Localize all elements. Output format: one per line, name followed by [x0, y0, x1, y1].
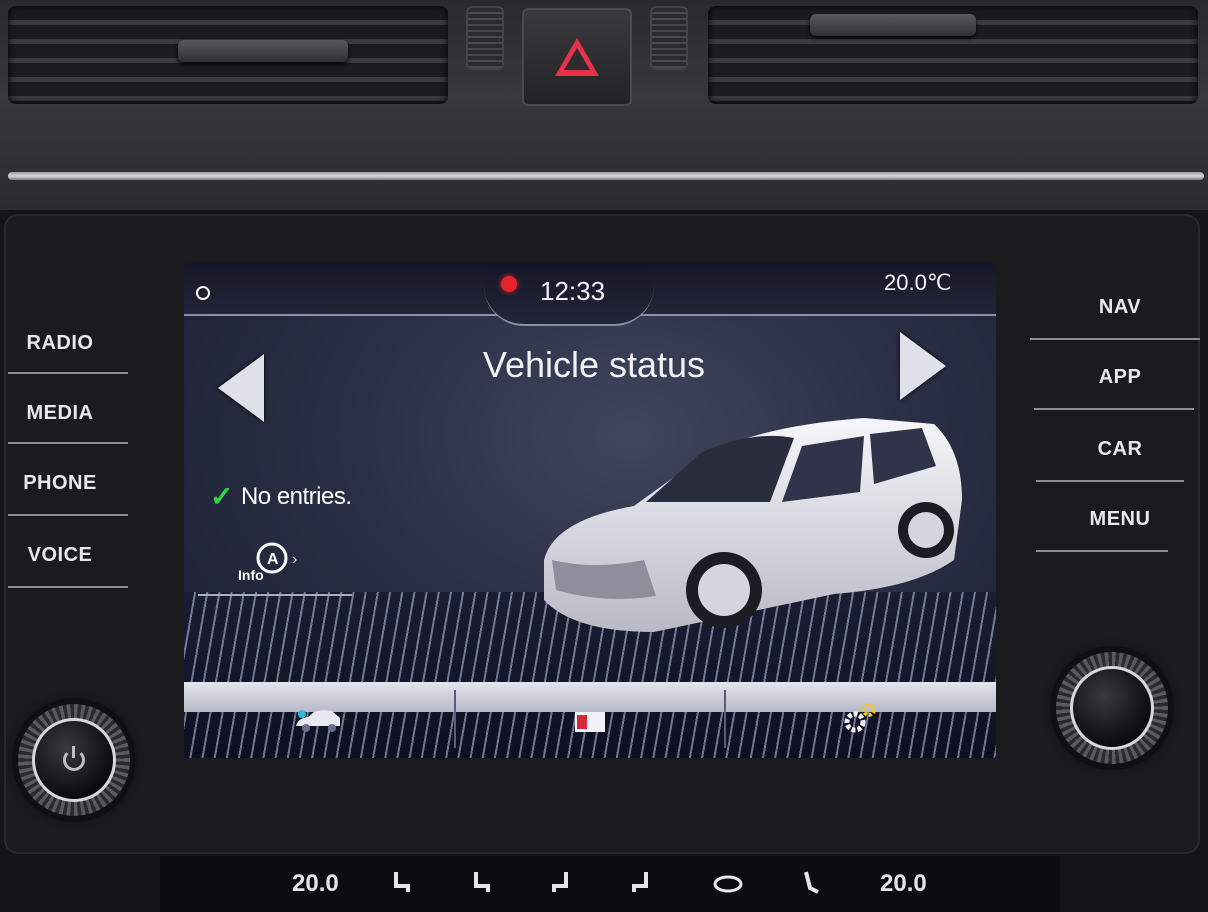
info-badge-letter: A	[267, 551, 279, 568]
tab-vehicle[interactable]	[184, 684, 452, 756]
vehicle-icon	[296, 710, 340, 732]
button-divider	[1030, 338, 1200, 340]
phone-button[interactable]: PHONE	[0, 472, 120, 495]
media-button[interactable]: MEDIA	[0, 402, 120, 425]
app-button[interactable]: APP	[1060, 366, 1180, 389]
tune-knob-cap[interactable]	[1070, 666, 1154, 750]
vent-slider-left[interactable]	[178, 40, 348, 62]
climate-control-strip: 20.0 20.0	[160, 856, 1060, 912]
info-divider	[198, 594, 352, 596]
button-divider	[8, 442, 128, 444]
next-page-icon[interactable]	[900, 332, 946, 400]
chevron-right-icon: ›	[292, 551, 297, 568]
seat-ventilation-right-icon[interactable]	[550, 870, 572, 894]
settings-gears-icon	[844, 703, 876, 733]
tab-logbook[interactable]	[456, 684, 724, 756]
microphone-active-icon	[501, 276, 517, 292]
seat-ventilation-left-icon[interactable]	[470, 870, 492, 894]
vehicle-illustration	[544, 418, 962, 632]
nav-button[interactable]: NAV	[1060, 296, 1180, 319]
system-status-icon	[196, 286, 210, 300]
page-title: Vehicle status	[482, 344, 706, 385]
checkmark-icon: ✓	[210, 481, 233, 512]
button-divider	[8, 514, 128, 516]
seat-heat-left-icon[interactable]	[390, 870, 412, 894]
clock: 12:33	[540, 276, 606, 306]
hazard-icon	[555, 38, 599, 76]
power-icon	[63, 746, 85, 771]
car-button[interactable]: CAR	[1060, 438, 1180, 461]
status-text: No entries.	[240, 482, 352, 510]
climate-temp-left: 20.0	[292, 870, 339, 897]
logbook-icon	[575, 712, 605, 732]
radio-button[interactable]: RADIO	[0, 332, 120, 355]
outside-temperature: 20.0℃	[884, 270, 952, 295]
info-label: Info	[238, 567, 264, 583]
display-screen: 12:33 20.0℃ Vehicle status ✓ No entries.…	[184, 262, 996, 758]
vent-wheel-right[interactable]	[650, 6, 688, 70]
recirculation-icon[interactable]	[712, 870, 744, 894]
vent-slider-right[interactable]	[810, 14, 976, 36]
hazard-button[interactable]	[522, 8, 632, 106]
power-knob-cap[interactable]	[32, 718, 116, 802]
menu-button[interactable]: MENU	[1060, 508, 1180, 531]
button-divider	[1036, 550, 1168, 552]
button-divider	[8, 372, 128, 374]
steering-heat-icon[interactable]	[800, 870, 822, 894]
vehicle-status-message: ✓ No entries.	[210, 480, 352, 513]
info-button[interactable]: A Info ›	[234, 540, 312, 586]
button-divider	[1034, 408, 1194, 410]
vent-wheel-left[interactable]	[466, 6, 504, 70]
tab-settings[interactable]	[726, 684, 994, 756]
button-divider	[1036, 480, 1184, 482]
tune-knob[interactable]	[1056, 652, 1168, 764]
climate-temp-right: 20.0	[880, 870, 927, 897]
seat-heat-right-icon[interactable]	[630, 870, 652, 894]
voice-button[interactable]: VOICE	[0, 544, 120, 567]
dashboard-top	[0, 0, 1208, 210]
previous-page-icon[interactable]	[218, 354, 264, 422]
button-divider	[8, 586, 128, 588]
volume-power-knob[interactable]	[18, 704, 130, 816]
chrome-trim	[8, 172, 1204, 180]
